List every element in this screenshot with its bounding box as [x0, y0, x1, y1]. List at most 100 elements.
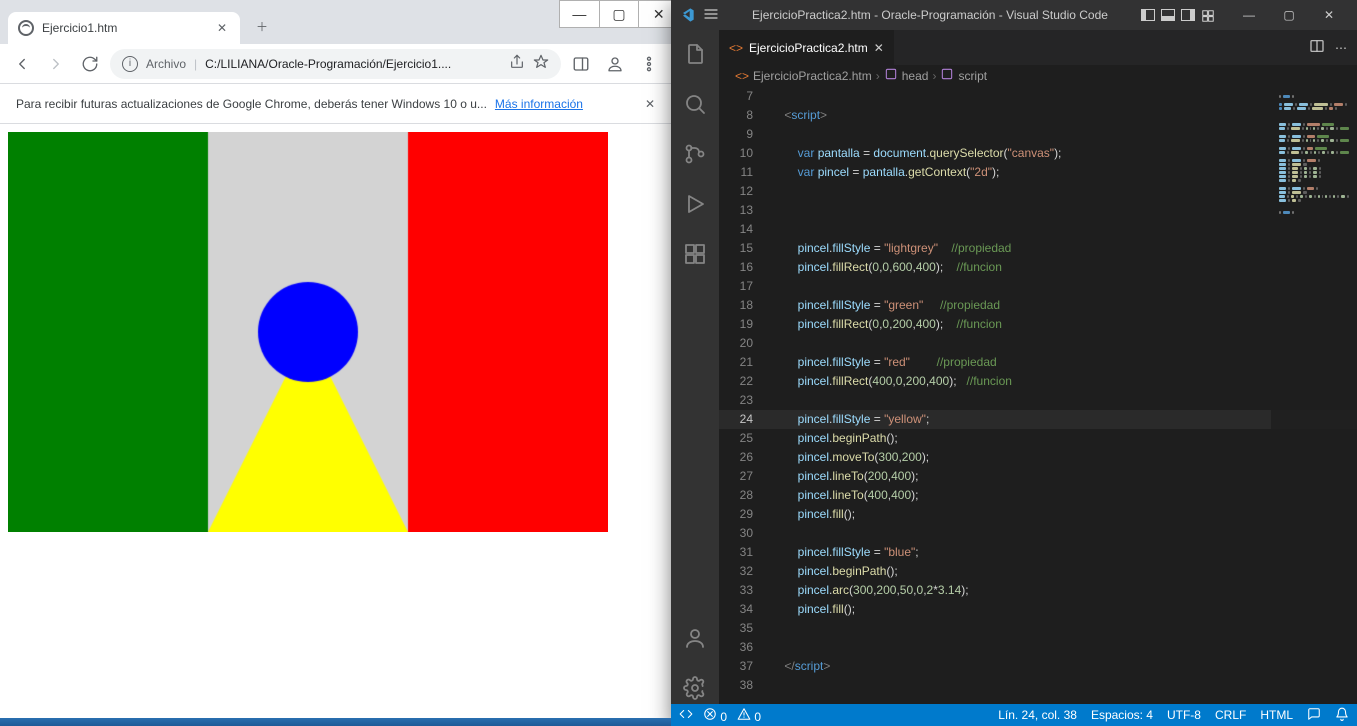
- activity-extensions-icon[interactable]: [671, 238, 719, 270]
- statusbar-notifications-icon[interactable]: [1335, 707, 1349, 724]
- layout-custom-icon[interactable]: [1201, 9, 1217, 21]
- code-line[interactable]: 12: [719, 182, 1357, 201]
- code-line[interactable]: 26 pincel.moveTo(300,200);: [719, 448, 1357, 467]
- vscode-minimap[interactable]: [1271, 87, 1357, 704]
- code-line[interactable]: 33 pincel.arc(300,200,50,0,2*3.14);: [719, 581, 1357, 600]
- code-line[interactable]: 15 pincel.fillStyle = "lightgrey" //prop…: [719, 239, 1357, 258]
- omnibox-url: C:/LILIANA/Oracle-Programación/Ejercicio…: [205, 57, 501, 71]
- statusbar-language[interactable]: HTML: [1260, 708, 1293, 722]
- chrome-tab-close-button[interactable]: ✕: [214, 20, 230, 36]
- chrome-reload-button[interactable]: [76, 50, 104, 78]
- chrome-maximize-button[interactable]: ▢: [599, 1, 639, 27]
- vscode-maximize-button[interactable]: ▢: [1269, 0, 1309, 30]
- code-line[interactable]: 32 pincel.beginPath();: [719, 562, 1357, 581]
- chrome-back-button[interactable]: [8, 50, 36, 78]
- code-line[interactable]: 22 pincel.fillRect(400,0,200,400); //fun…: [719, 372, 1357, 391]
- side-panel-icon[interactable]: [567, 50, 595, 78]
- bookmark-icon[interactable]: [533, 54, 549, 73]
- editor-tab-active[interactable]: <> EjercicioPractica2.htm ✕: [719, 30, 895, 65]
- editor-tab-close-button[interactable]: ✕: [874, 41, 884, 55]
- chrome-omnibox[interactable]: i Archivo | C:/LILIANA/Oracle-Programaci…: [110, 49, 561, 79]
- code-line[interactable]: 30: [719, 524, 1357, 543]
- code-line[interactable]: 35: [719, 619, 1357, 638]
- code-line[interactable]: 21 pincel.fillStyle = "red" //propiedad: [719, 353, 1357, 372]
- infobar-close-button[interactable]: ✕: [645, 97, 655, 111]
- code-line[interactable]: 10 var pantalla = document.querySelector…: [719, 144, 1357, 163]
- infobar-link[interactable]: Más información: [495, 97, 583, 111]
- vscode-window-controls: — ▢ ✕: [1229, 0, 1349, 30]
- vscode-code-area[interactable]: 78 <script>910 var pantalla = document.q…: [719, 87, 1357, 704]
- vscode-breadcrumbs[interactable]: <>EjercicioPractica2.htm›head›script: [719, 65, 1357, 87]
- code-line[interactable]: 18 pincel.fillStyle = "green" //propieda…: [719, 296, 1357, 315]
- vscode-minimize-button[interactable]: —: [1229, 0, 1269, 30]
- chrome-minimize-button[interactable]: —: [560, 1, 599, 27]
- chrome-tab-title: Ejercicio1.htm: [42, 21, 206, 35]
- editor-more-actions-icon[interactable]: ⋯: [1335, 41, 1347, 55]
- breadcrumb-item[interactable]: head: [902, 69, 929, 83]
- vscode-close-button[interactable]: ✕: [1309, 0, 1349, 30]
- statusbar-encoding[interactable]: UTF-8: [1167, 708, 1201, 722]
- chrome-toolbar: i Archivo | C:/LILIANA/Oracle-Programaci…: [0, 44, 671, 84]
- layout-bottom-icon[interactable]: [1161, 9, 1175, 21]
- html-file-icon: <>: [729, 41, 743, 55]
- canvas-output: [8, 132, 608, 532]
- vscode-editor-tabs: <> EjercicioPractica2.htm ✕ ⋯: [719, 30, 1357, 65]
- code-line[interactable]: 36: [719, 638, 1357, 657]
- chrome-new-tab-button[interactable]: ＋: [248, 12, 276, 40]
- split-editor-icon[interactable]: [1309, 38, 1325, 57]
- activity-source-control-icon[interactable]: [671, 138, 719, 170]
- code-line[interactable]: 9: [719, 125, 1357, 144]
- activity-explorer-icon[interactable]: [671, 38, 719, 70]
- symbol-icon: [940, 67, 954, 84]
- infobar-message: Para recibir futuras actualizaciones de …: [16, 97, 487, 111]
- statusbar-remote-icon[interactable]: [679, 707, 693, 724]
- breadcrumb-item[interactable]: EjercicioPractica2.htm: [753, 69, 872, 83]
- share-icon[interactable]: [509, 54, 525, 73]
- chrome-tab-active[interactable]: Ejercicio1.htm ✕: [8, 12, 240, 44]
- code-line[interactable]: 24 pincel.fillStyle = "yellow";: [719, 410, 1357, 429]
- chrome-menu-button[interactable]: [635, 50, 663, 78]
- code-line[interactable]: 14: [719, 220, 1357, 239]
- chrome-page-content: [0, 124, 671, 726]
- code-line[interactable]: 31 pincel.fillStyle = "blue";: [719, 543, 1357, 562]
- statusbar-indentation[interactable]: Espacios: 4: [1091, 708, 1153, 722]
- code-line[interactable]: 8 <script>: [719, 106, 1357, 125]
- activity-search-icon[interactable]: [671, 88, 719, 120]
- code-line[interactable]: 37 </script>: [719, 657, 1357, 676]
- statusbar-eol[interactable]: CRLF: [1215, 708, 1246, 722]
- code-line[interactable]: 34 pincel.fill();: [719, 600, 1357, 619]
- layout-left-icon[interactable]: [1141, 9, 1155, 21]
- chrome-infobar: Para recibir futuras actualizaciones de …: [0, 84, 671, 124]
- code-line[interactable]: 20: [719, 334, 1357, 353]
- code-line[interactable]: 19 pincel.fillRect(0,0,200,400); //funci…: [719, 315, 1357, 334]
- editor-tab-label: EjercicioPractica2.htm: [749, 41, 868, 55]
- breadcrumb-item[interactable]: script: [958, 69, 987, 83]
- statusbar-cursor-position[interactable]: Lín. 24, col. 38: [998, 708, 1077, 722]
- activity-settings-icon[interactable]: [671, 672, 719, 704]
- site-info-icon[interactable]: i: [122, 56, 138, 72]
- code-line[interactable]: 27 pincel.lineTo(200,400);: [719, 467, 1357, 486]
- code-line[interactable]: 28 pincel.lineTo(400,400);: [719, 486, 1357, 505]
- vscode-titlebar: EjercicioPractica2.htm - Oracle-Programa…: [671, 0, 1357, 30]
- code-line[interactable]: 25 pincel.beginPath();: [719, 429, 1357, 448]
- code-line[interactable]: 23: [719, 391, 1357, 410]
- layout-right-icon[interactable]: [1181, 9, 1195, 21]
- chrome-profile-button[interactable]: [601, 50, 629, 78]
- statusbar-problems[interactable]: 0 0: [703, 707, 761, 724]
- html-file-icon: <>: [735, 69, 749, 83]
- editor-tab-actions: ⋯: [1299, 30, 1357, 65]
- code-line[interactable]: 29 pincel.fill();: [719, 505, 1357, 524]
- code-line[interactable]: 11 var pincel = pantalla.getContext("2d"…: [719, 163, 1357, 182]
- code-line[interactable]: 17: [719, 277, 1357, 296]
- code-line[interactable]: 7: [719, 87, 1357, 106]
- code-lines[interactable]: 78 <script>910 var pantalla = document.q…: [719, 87, 1357, 704]
- code-line[interactable]: 16 pincel.fillRect(0,0,600,400); //funci…: [719, 258, 1357, 277]
- code-line[interactable]: 38: [719, 676, 1357, 695]
- code-line[interactable]: 13: [719, 201, 1357, 220]
- vscode-hamburger-menu[interactable]: [703, 6, 719, 25]
- activity-run-debug-icon[interactable]: [671, 188, 719, 220]
- activity-accounts-icon[interactable]: [671, 622, 719, 654]
- chrome-forward-button[interactable]: [42, 50, 70, 78]
- vscode-layout-controls: [1141, 9, 1217, 21]
- statusbar-feedback-icon[interactable]: [1307, 707, 1321, 724]
